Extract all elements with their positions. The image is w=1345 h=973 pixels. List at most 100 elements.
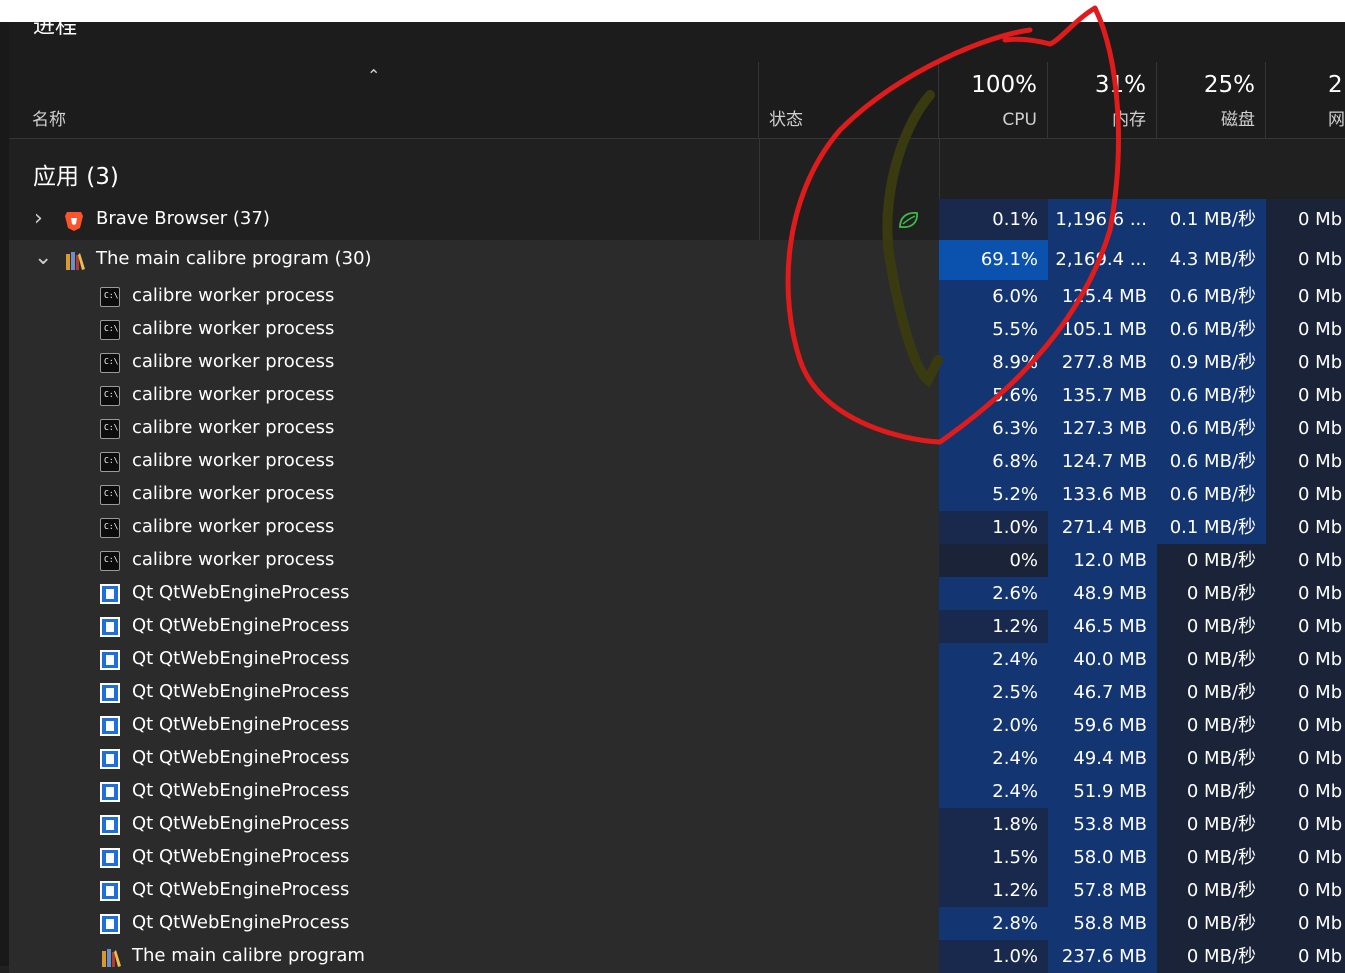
- process-row-child[interactable]: Qt QtWebEngineProcess 1.2% 46.5 MB 0 MB/秒 0 …: [9, 610, 1345, 643]
- memory-cell: 59.6 MB: [1048, 709, 1157, 742]
- cpu-cell: 1.2%: [939, 874, 1048, 907]
- memory-cell: 125.4 MB: [1048, 280, 1157, 313]
- network-cell: 0 Mb: [1266, 240, 1345, 280]
- memory-cell: 58.0 MB: [1048, 841, 1157, 874]
- memory-cell: 48.9 MB: [1048, 577, 1157, 610]
- process-row-child[interactable]: Qt QtWebEngineProcess 2.6% 48.9 MB 0 MB/秒 0 …: [9, 577, 1345, 610]
- network-cell: 0 Mb: [1266, 412, 1345, 445]
- qt-window-icon: [100, 814, 120, 835]
- cpu-cell: 1.5%: [939, 841, 1048, 874]
- process-name: Qt QtWebEngineProcess: [132, 581, 350, 603]
- process-name: calibre worker process: [132, 383, 335, 405]
- disk-cell: 0 MB/秒: [1157, 841, 1266, 874]
- process-row-child[interactable]: Qt QtWebEngineProcess 2.8% 58.8 MB 0 MB/秒 0 …: [9, 907, 1345, 940]
- disk-total-percent: 25%: [1203, 72, 1255, 98]
- disk-cell: 0.6 MB/秒: [1157, 313, 1266, 346]
- column-header-status[interactable]: 状态: [759, 62, 939, 138]
- process-name: calibre worker process: [132, 284, 335, 306]
- memory-cell: 58.8 MB: [1048, 907, 1157, 940]
- process-row-child[interactable]: Qt QtWebEngineProcess 1.2% 57.8 MB 0 MB/秒 0 …: [9, 874, 1345, 907]
- network-cell: 0 Mb: [1266, 379, 1345, 412]
- network-cell: 0 Mb: [1266, 742, 1345, 775]
- memory-cell: 40.0 MB: [1048, 643, 1157, 676]
- column-header-status-label: 状态: [769, 110, 803, 130]
- cpu-cell: 2.0%: [939, 709, 1048, 742]
- disk-cell: 0.1 MB/秒: [1157, 199, 1266, 241]
- memory-total-percent: 31%: [1094, 72, 1146, 98]
- process-row-child[interactable]: Qt QtWebEngineProcess 1.5% 58.0 MB 0 MB/秒 0 …: [9, 841, 1345, 874]
- process-row-child[interactable]: Qt QtWebEngineProcess 2.0% 59.6 MB 0 MB/秒 0 …: [9, 709, 1345, 742]
- efficiency-leaf-icon: [897, 209, 923, 235]
- memory-cell: 2,169.4 ...: [1048, 240, 1157, 280]
- memory-cell: 1,196.6 ...: [1048, 199, 1157, 241]
- memory-cell: 53.8 MB: [1048, 808, 1157, 841]
- network-cell: 0 Mb: [1266, 511, 1345, 544]
- cpu-cell: 1.0%: [939, 511, 1048, 544]
- disk-cell: 0.1 MB/秒: [1157, 511, 1266, 544]
- process-row-child[interactable]: C:\ calibre worker process 1.0% 271.4 MB 0.1…: [9, 511, 1345, 544]
- cmd-icon: C:\: [100, 352, 120, 373]
- process-row-child[interactable]: C:\ calibre worker process 6.8% 124.7 MB 0.6…: [9, 445, 1345, 478]
- process-row-child[interactable]: C:\ calibre worker process 6.3% 127.3 MB 0.6…: [9, 412, 1345, 445]
- disk-cell: 4.3 MB/秒: [1157, 240, 1266, 280]
- process-row[interactable]: ⌄ The main calibre program (30) 69.1% 2,169…: [9, 240, 1345, 280]
- process-row-child[interactable]: Qt QtWebEngineProcess 1.8% 53.8 MB 0 MB/秒 0 …: [9, 808, 1345, 841]
- memory-cell: 12.0 MB: [1048, 544, 1157, 577]
- cpu-label: CPU: [1002, 110, 1037, 130]
- process-row-child[interactable]: Qt QtWebEngineProcess 2.4% 40.0 MB 0 MB/秒 0 …: [9, 643, 1345, 676]
- process-row-child[interactable]: C:\ calibre worker process 8.9% 277.8 MB 0.9…: [9, 346, 1345, 379]
- disk-cell: 0.6 MB/秒: [1157, 478, 1266, 511]
- process-row-child[interactable]: The main calibre program 1.0% 237.6 MB 0 MB…: [9, 940, 1345, 973]
- qt-window-icon: [100, 847, 120, 868]
- memory-cell: 271.4 MB: [1048, 511, 1157, 544]
- column-header-disk[interactable]: 25% 磁盘: [1157, 62, 1266, 138]
- process-name: Qt QtWebEngineProcess: [132, 614, 350, 636]
- memory-cell: 277.8 MB: [1048, 346, 1157, 379]
- network-cell: 0 Mb: [1266, 676, 1345, 709]
- column-header-cpu[interactable]: 100% CPU: [939, 62, 1048, 138]
- cmd-icon: C:\: [100, 517, 120, 538]
- qt-window-icon: [100, 880, 120, 901]
- column-header-name[interactable]: ⌃ 名称: [9, 62, 759, 138]
- process-row-child[interactable]: Qt QtWebEngineProcess 2.4% 51.9 MB 0 MB/秒 0 …: [9, 775, 1345, 808]
- disk-cell: 0.6 MB/秒: [1157, 379, 1266, 412]
- qt-window-icon: [100, 781, 120, 802]
- cpu-cell: 2.4%: [939, 643, 1048, 676]
- network-cell: 0 Mb: [1266, 610, 1345, 643]
- left-nav-edge: [0, 22, 9, 966]
- process-row-child[interactable]: Qt QtWebEngineProcess 2.5% 46.7 MB 0 MB/秒 0 …: [9, 676, 1345, 709]
- process-row-child[interactable]: C:\ calibre worker process 5.2% 133.6 MB 0.6…: [9, 478, 1345, 511]
- process-name: calibre worker process: [132, 515, 335, 537]
- network-label: 网: [1328, 110, 1345, 130]
- process-name: calibre worker process: [132, 548, 335, 570]
- qt-window-icon: [100, 715, 120, 736]
- process-row-child[interactable]: Qt QtWebEngineProcess 2.4% 49.4 MB 0 MB/秒 0 …: [9, 742, 1345, 775]
- process-row-child[interactable]: C:\ calibre worker process 5.5% 105.1 MB 0.6…: [9, 313, 1345, 346]
- process-row-child[interactable]: C:\ calibre worker process 5.6% 135.7 MB 0.6…: [9, 379, 1345, 412]
- cpu-cell: 2.8%: [939, 907, 1048, 940]
- network-cell: 0 Mb: [1266, 577, 1345, 610]
- process-row-child[interactable]: C:\ calibre worker process 6.0% 125.4 MB 0.6…: [9, 280, 1345, 313]
- memory-cell: 46.5 MB: [1048, 610, 1157, 643]
- process-row-child[interactable]: C:\ calibre worker process 0% 12.0 MB 0 MB/秒…: [9, 544, 1345, 577]
- cpu-cell: 69.1%: [939, 240, 1048, 280]
- network-cell: 0 Mb: [1266, 346, 1345, 379]
- process-row[interactable]: › Brave Browser (37) 0.1% 1,196.6 ... 0.1 MB…: [9, 199, 1345, 241]
- disk-cell: 0 MB/秒: [1157, 577, 1266, 610]
- memory-cell: 46.7 MB: [1048, 676, 1157, 709]
- column-header-network[interactable]: 2 网: [1266, 62, 1345, 138]
- network-cell: 0 Mb: [1266, 544, 1345, 577]
- chevron-right-icon[interactable]: ›: [34, 206, 43, 231]
- calibre-books-icon: [100, 947, 121, 967]
- network-cell: 0 Mb: [1266, 775, 1345, 808]
- page-title: 进程: [33, 22, 78, 39]
- process-name: Qt QtWebEngineProcess: [132, 911, 350, 933]
- process-name: Qt QtWebEngineProcess: [132, 713, 350, 735]
- cpu-cell: 2.5%: [939, 676, 1048, 709]
- column-header-row: ⌃ 名称 状态 100% CPU 31% 内存 25% 磁盘 2 网: [9, 62, 1345, 139]
- calibre-books-icon: [64, 250, 85, 270]
- column-header-memory[interactable]: 31% 内存: [1048, 62, 1157, 138]
- chevron-down-icon[interactable]: ⌄: [34, 245, 52, 270]
- process-name: calibre worker process: [132, 350, 335, 372]
- cpu-cell: 6.8%: [939, 445, 1048, 478]
